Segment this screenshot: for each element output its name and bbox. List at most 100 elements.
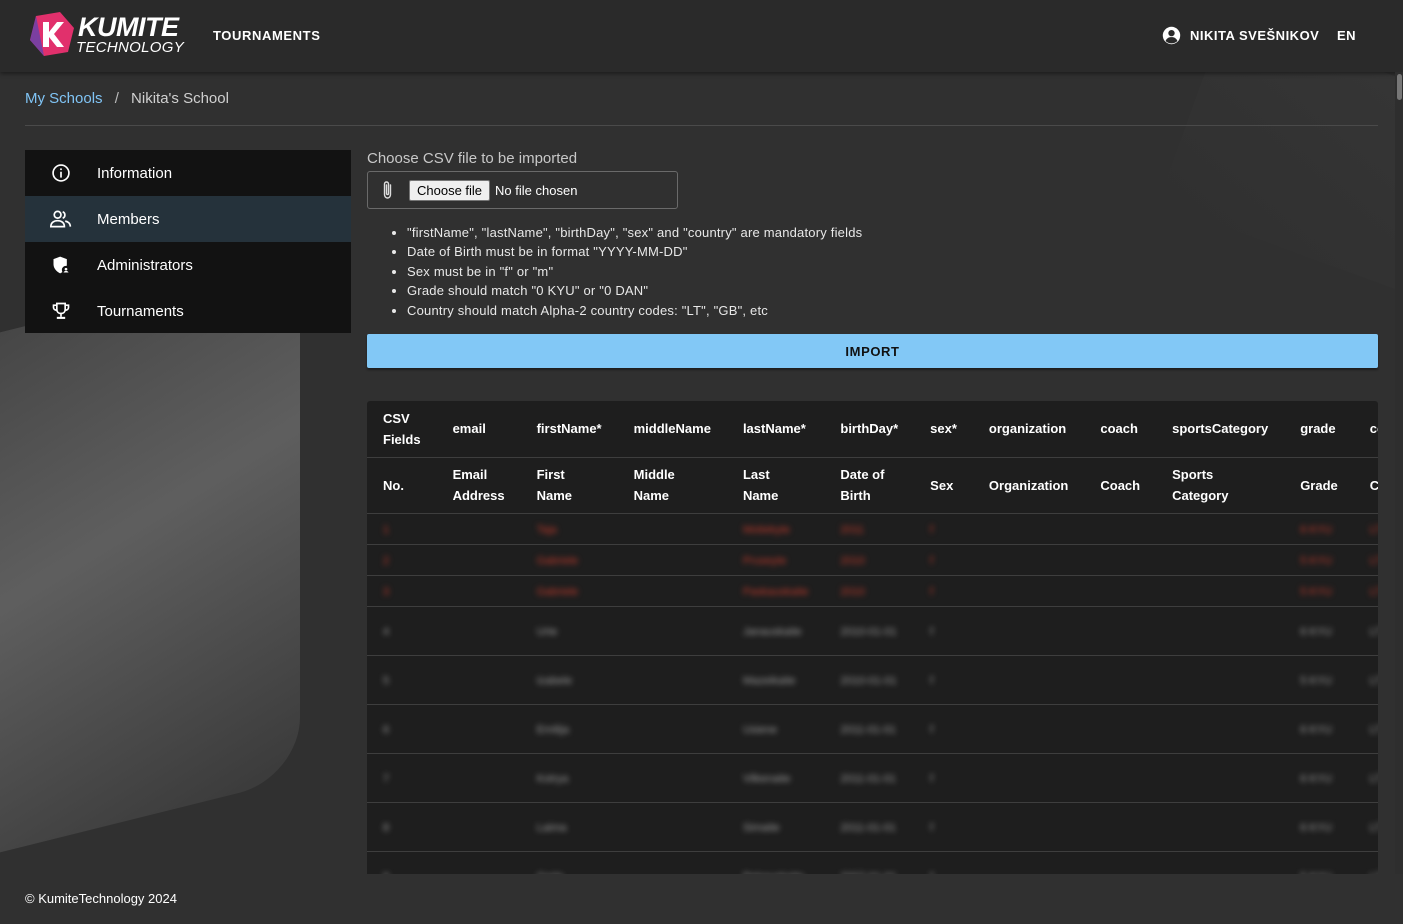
- table-cell: [1084, 802, 1157, 852]
- cell-value: f: [930, 675, 934, 687]
- table-cell: f: [914, 513, 973, 545]
- table-cell: LT: [1353, 575, 1378, 607]
- table-cell: [617, 802, 727, 852]
- table-cell: Paskauskaite: [726, 575, 825, 607]
- column-header: email: [436, 401, 521, 458]
- cell-value: f: [930, 524, 934, 536]
- table-cell: LT: [1353, 753, 1378, 803]
- cell-value: 2: [383, 555, 390, 567]
- table-cell: [972, 606, 1085, 656]
- table-cell: Izabele: [520, 655, 618, 705]
- sidebar-item-label: Members: [97, 210, 160, 228]
- csv-fields-header-row: CSV Fields email firstName* middleName l…: [367, 401, 1378, 458]
- members-table-body: 1 Taja Motiekyte 2011 f 6 KYU LT 2 Gabriele Pruse…: [367, 513, 1378, 874]
- cell-value: f: [930, 822, 934, 834]
- table-cell: Goda: [520, 851, 618, 874]
- labels-header-row: No. Email Address First Name Middle Name…: [367, 457, 1378, 514]
- brand-logo[interactable]: KUMITE TECHNOLOGY: [30, 12, 184, 58]
- user-menu[interactable]: NIKITA SVEŠNIKOV: [1162, 26, 1319, 45]
- cell-value: 2010: [840, 555, 865, 567]
- table-cell: LT: [1353, 851, 1378, 874]
- file-status-text: No file chosen: [495, 182, 578, 198]
- column-header: sportsCategory: [1156, 401, 1285, 458]
- table-cell: LT: [1353, 513, 1378, 545]
- table-cell: Taja: [520, 513, 618, 545]
- table-cell: 5 KYU: [1284, 544, 1354, 576]
- table-cell: 9: [367, 851, 437, 874]
- cell-value: Taja: [536, 524, 557, 536]
- cell-value: LT: [1369, 586, 1378, 598]
- people-icon: [25, 209, 97, 229]
- column-label: No.: [367, 457, 437, 514]
- column-label: First Name: [520, 457, 618, 514]
- column-label: Organization: [972, 457, 1085, 514]
- table-cell: 2007-01-01: [824, 851, 915, 874]
- cell-value: f: [930, 586, 934, 598]
- user-name: NIKITA SVEŠNIKOV: [1190, 28, 1320, 43]
- table-cell: [617, 606, 727, 656]
- cell-value: Laima: [536, 822, 567, 834]
- table-cell: f: [914, 753, 973, 803]
- sidebar-item-administrators[interactable]: Administrators: [25, 242, 351, 288]
- import-panel: Choose CSV file to be imported Choose fi…: [367, 150, 1378, 369]
- choose-file-button[interactable]: Choose file: [409, 179, 491, 201]
- table-cell: LT: [1353, 802, 1378, 852]
- table-cell: f: [914, 544, 973, 576]
- table-row: 7 Kotrya Vilkenaite 2011-01-01 f 6 KYU LT: [367, 753, 1378, 803]
- breadcrumb: My Schools / Nikita's School: [25, 90, 229, 107]
- table-cell: 3: [367, 575, 437, 607]
- column-label: Middle Name: [617, 457, 727, 514]
- sidebar-item-members[interactable]: Members: [25, 196, 351, 242]
- column-label: Grade: [1284, 457, 1354, 514]
- scrollbar-thumb[interactable]: [1397, 74, 1402, 100]
- cell-value: Simaite: [742, 822, 780, 834]
- table-cell: [1156, 575, 1285, 607]
- table-cell: Janauskaite: [726, 606, 825, 656]
- background-decoration: [0, 257, 300, 863]
- column-header: organization: [972, 401, 1085, 458]
- table-cell: Gabriele: [520, 575, 618, 607]
- cell-value: LT: [1369, 626, 1378, 638]
- table-cell: [436, 753, 521, 803]
- breadcrumb-my-schools-link[interactable]: My Schools: [25, 90, 103, 107]
- table-cell: [1156, 544, 1285, 576]
- table-cell: [972, 544, 1085, 576]
- cell-value: 6 KYU: [1300, 626, 1332, 638]
- table-row: 9 Goda Petrauskaite2007-01-01f 5 KYULT: [367, 851, 1378, 874]
- column-header: birthDay*: [824, 401, 915, 458]
- table-cell: 2011-01-01: [824, 802, 915, 852]
- cell-value: Janauskaite: [742, 626, 802, 638]
- rule-item: "firstName", "lastName", "birthDay", "se…: [407, 223, 1378, 242]
- footer-bar: [0, 874, 1403, 924]
- page-scrollbar[interactable]: [1395, 72, 1403, 874]
- cell-value: 2010-01-01: [840, 626, 897, 638]
- nav-tournaments-link[interactable]: TOURNAMENTS: [213, 28, 320, 43]
- table-cell: Petrauskaite: [726, 851, 825, 874]
- table-cell: Emilija: [520, 704, 618, 754]
- table-cell: [436, 851, 521, 874]
- cell-value: 5: [383, 675, 390, 687]
- sidebar-item-label: Tournaments: [97, 302, 184, 320]
- table-cell: [436, 575, 521, 607]
- table-cell: [1156, 753, 1285, 803]
- table-cell: [436, 802, 521, 852]
- table-cell: [436, 606, 521, 656]
- table-cell: [1084, 544, 1157, 576]
- sidebar-item-information[interactable]: Information: [25, 150, 351, 196]
- csv-file-input[interactable]: Choose file No file chosen: [367, 171, 678, 209]
- table-cell: f: [914, 606, 973, 656]
- import-button[interactable]: IMPORT: [367, 334, 1378, 369]
- trophy-icon: [25, 301, 97, 321]
- table-cell: [972, 704, 1085, 754]
- table-cell: [436, 544, 521, 576]
- language-switch[interactable]: EN: [1337, 28, 1356, 43]
- footer-copyright: © KumiteTechnology 2024: [25, 891, 177, 906]
- rule-item: Date of Birth must be in format "YYYY-MM…: [407, 242, 1378, 261]
- cell-value: LT: [1369, 675, 1378, 687]
- table-cell: [436, 513, 521, 545]
- sidebar-item-tournaments[interactable]: Tournaments: [25, 288, 351, 334]
- table-cell: 2010-01-01: [824, 655, 915, 705]
- table-cell: 6 KYU: [1284, 704, 1354, 754]
- table-cell: Gabriele: [520, 544, 618, 576]
- column-header: grade: [1284, 401, 1354, 458]
